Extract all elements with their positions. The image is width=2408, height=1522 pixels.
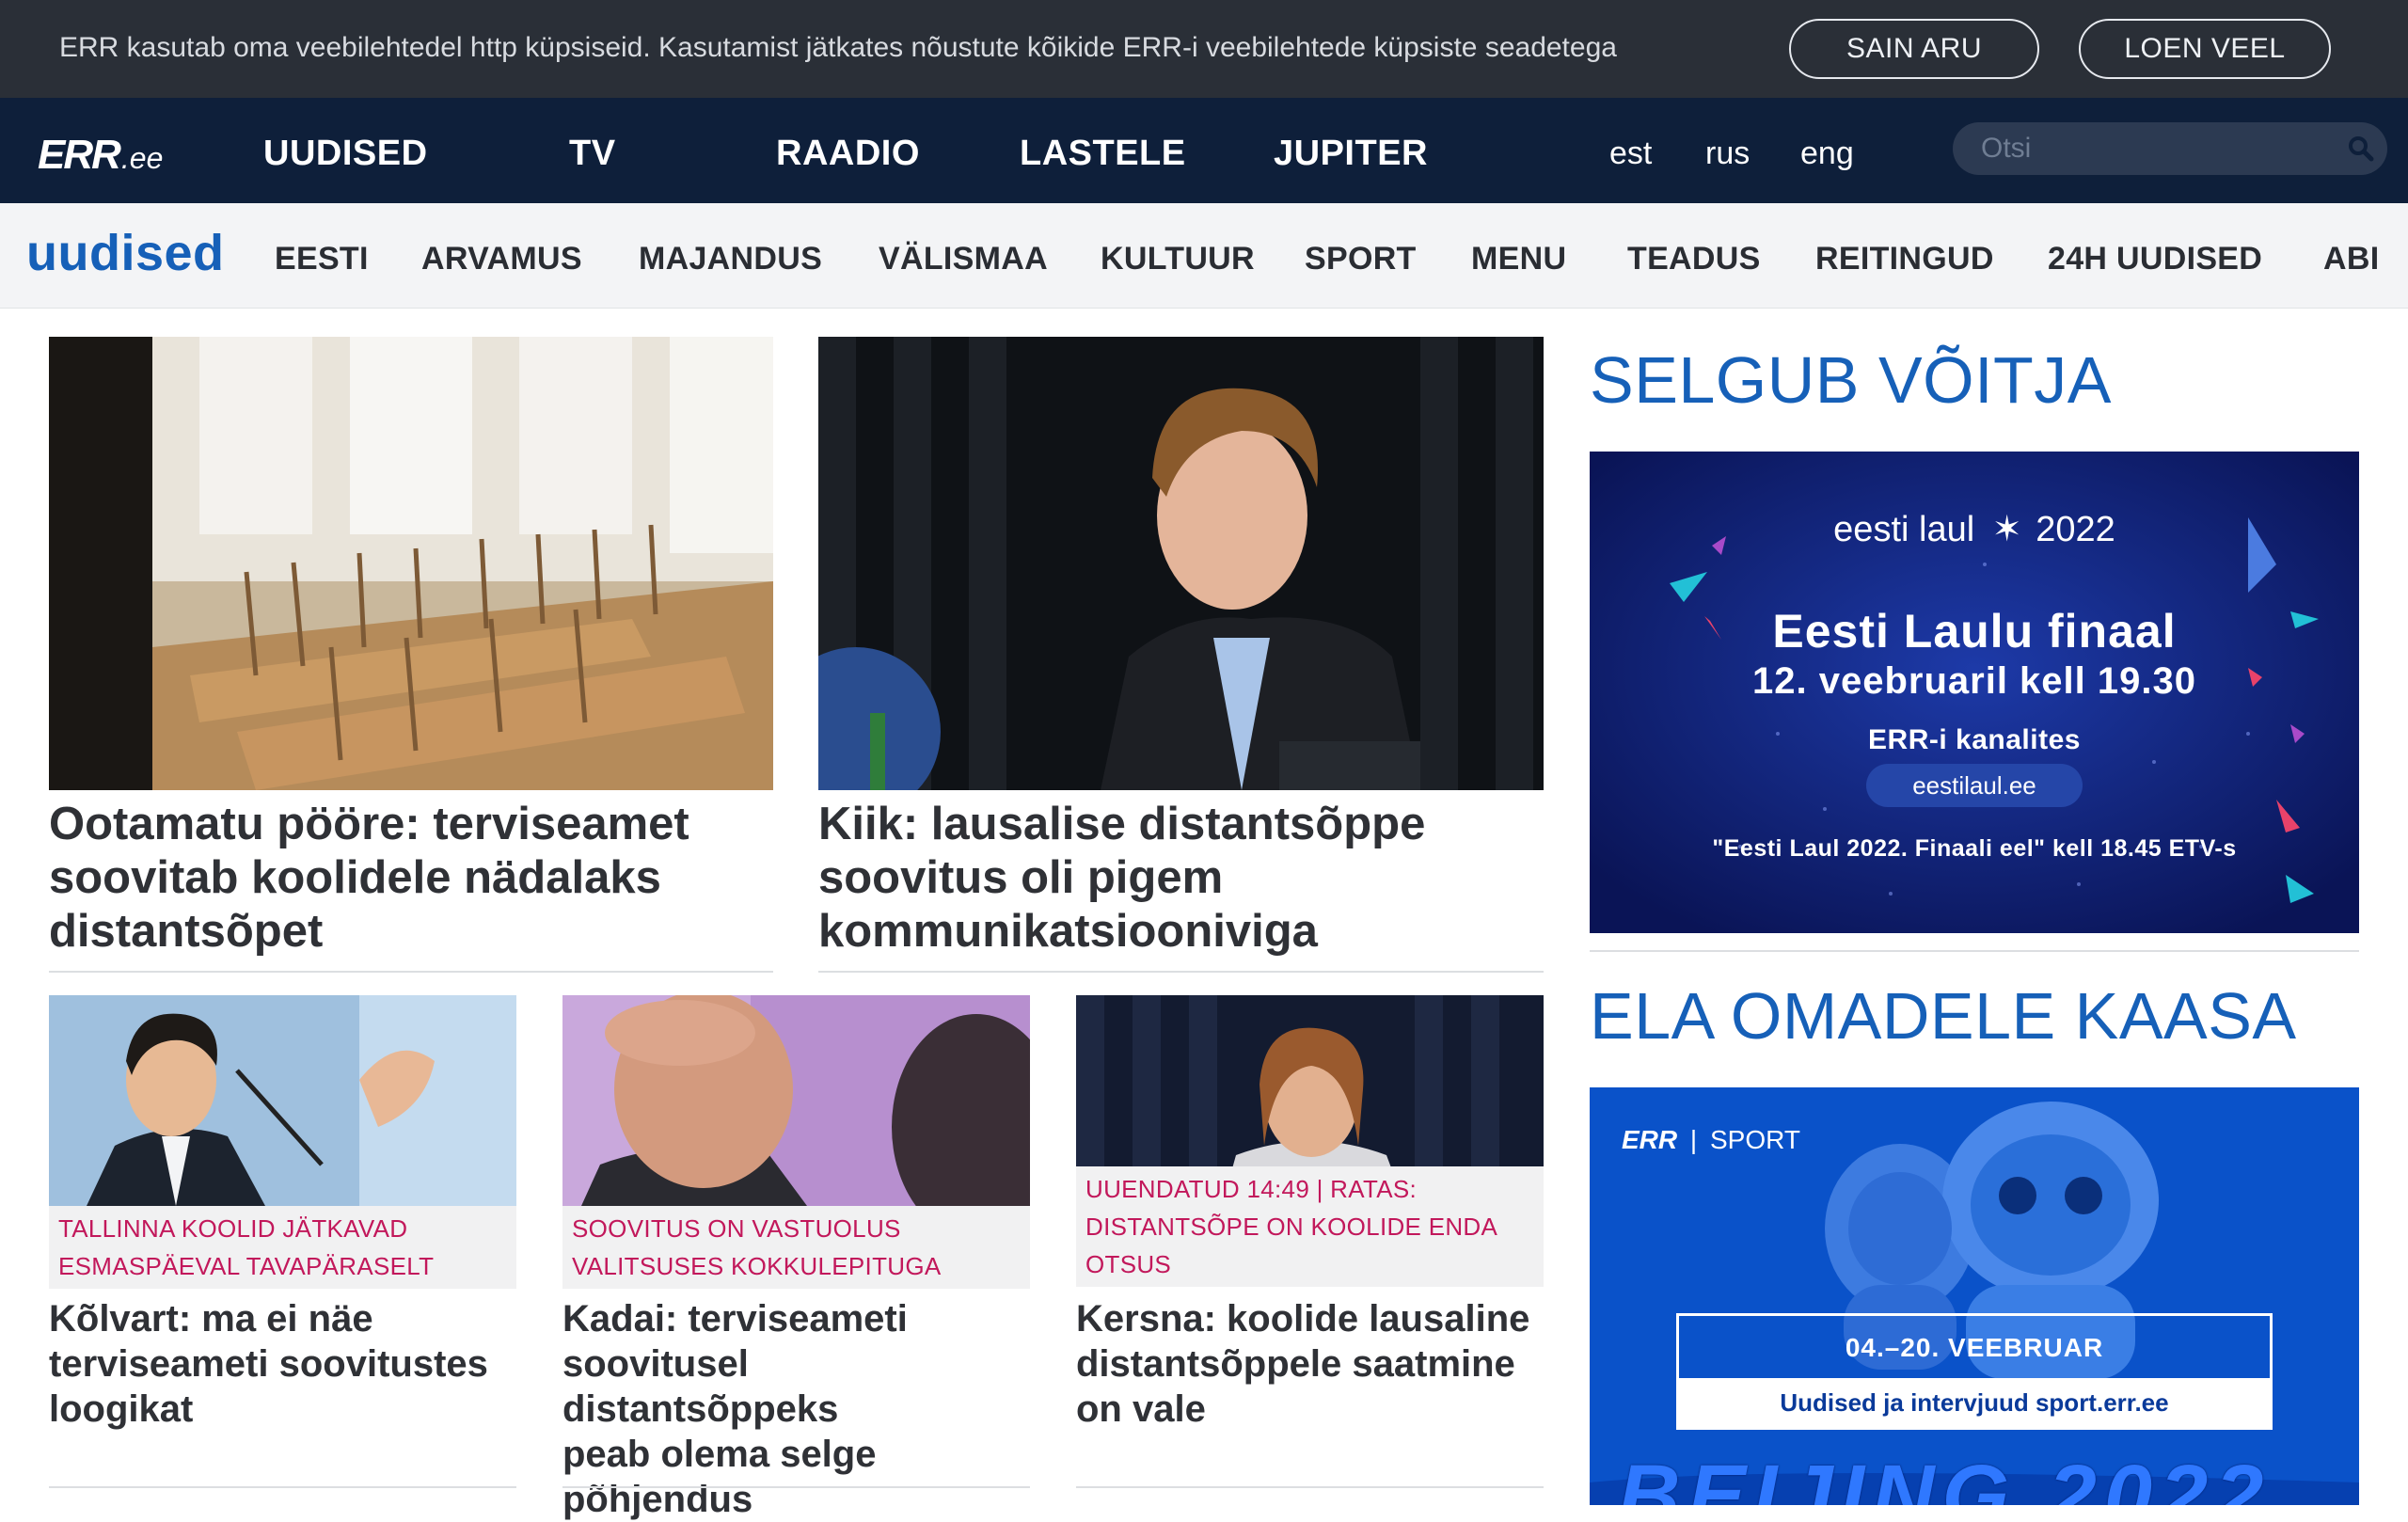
headline-line: loogikat: [49, 1388, 194, 1430]
tag-line: DISTANTSÕPE ON KOOLIDE ENDA: [1085, 1213, 1498, 1241]
section-valismaa[interactable]: VÄLISMAA: [879, 241, 1048, 277]
article-headline-1[interactable]: Ootamatu pööre: terviseamet soovitab koo…: [49, 798, 773, 959]
section-eesti[interactable]: EESTI: [275, 241, 369, 277]
section-sport[interactable]: SPORT: [1305, 241, 1417, 277]
tag-line: ESMASPÄEVAL TAVAPÄRASELT: [58, 1252, 435, 1280]
divider: [49, 1486, 516, 1488]
section-kultuur[interactable]: KULTUUR: [1101, 241, 1255, 277]
eesti-laul-banner[interactable]: eesti laul ✶ 2022 Eesti Laulu finaal 12.…: [1590, 452, 2359, 933]
section-reitingud[interactable]: REITINGUD: [1815, 241, 1994, 277]
headline-line: Ootamatu pööre: terviseamet: [49, 799, 689, 849]
article-headline-2[interactable]: Kiik: lausalise distantsõppe soovitus ol…: [818, 798, 1544, 959]
banner-channels: ERR-i kanalites: [1868, 724, 2081, 755]
nav-jupiter[interactable]: JUPITER: [1274, 134, 1428, 174]
headline-line: Kadai: terviseameti: [562, 1298, 908, 1340]
eesti-laul-mark-icon: ✶: [1991, 510, 2022, 549]
article-tag-2[interactable]: SOOVITUS ON VASTUOLUS VALITSUSES KOKKULE…: [562, 1206, 1030, 1289]
banner-title: Eesti Laulu finaal: [1772, 605, 2177, 658]
banner-dates: 04.–20. VEEBRUAR: [1845, 1333, 2104, 1362]
section-arvamus[interactable]: ARVAMUS: [421, 241, 582, 277]
headline-line: soovitus oli pigem: [818, 852, 1224, 903]
headline-line: kommunikatsiooniviga: [818, 906, 1318, 957]
cookie-bar: ERR kasutab oma veebilehtedel http küpsi…: [0, 0, 2408, 98]
err-sport-banner[interactable]: ERR | SPORT 04.–20. VEEBRUAR Uudised ja …: [1590, 1087, 2359, 1505]
banner-date: 12. veebruaril kell 19.30: [1752, 660, 2196, 702]
main-nav: ERR .ee UUDISED TV RAADIO LASTELE JUPITE…: [0, 98, 2408, 203]
sidebar-heading-2: ELA OMADELE KAASA: [1590, 979, 2297, 1053]
cookie-agree-button[interactable]: SAIN ARU: [1789, 19, 2039, 79]
article-tag-1[interactable]: TALLINNA KOOLID JÄTKAVAD ESMASPÄEVAL TAV…: [49, 1206, 516, 1289]
tag-line: OTSUS: [1085, 1250, 1172, 1278]
headline-line: distantsõpet: [49, 906, 324, 957]
headline-line: terviseameti soovitustes: [49, 1343, 488, 1385]
headline-line: põhjendus: [562, 1479, 753, 1520]
err-logo[interactable]: ERR .ee: [38, 132, 163, 178]
brand-name: eesti laul: [1833, 510, 1975, 549]
tag-line: UUENDATUD 14:49 | RATAS:: [1085, 1175, 1418, 1203]
lang-eng[interactable]: eng: [1800, 135, 1854, 172]
brand-year: 2022: [2036, 510, 2115, 549]
article-tag-3[interactable]: UUENDATUD 14:49 | RATAS: DISTANTSÕPE ON …: [1076, 1166, 1544, 1287]
divider: [562, 1486, 1030, 1488]
nav-uudised[interactable]: UUDISED: [263, 134, 428, 174]
logo-tld: .ee: [120, 141, 164, 175]
err-brand: ERR: [1622, 1125, 1678, 1154]
search-icon[interactable]: [2346, 134, 2376, 164]
nav-raadio[interactable]: RAADIO: [776, 134, 920, 174]
section-24h-uudised[interactable]: 24H UUDISED: [2048, 241, 2262, 277]
article-image-kadai[interactable]: [562, 995, 1030, 1206]
lang-rus[interactable]: rus: [1705, 135, 1750, 172]
banner-url-pill[interactable]: eestilaul.ee: [1866, 764, 2083, 807]
tag-line: TALLINNA KOOLID JÄTKAVAD: [58, 1214, 408, 1243]
headline-line: Kõlvart: ma ei näe: [49, 1298, 373, 1340]
divider: [1076, 1486, 1544, 1488]
headline-line: soovitab koolidele nädalaks: [49, 852, 661, 903]
err-sport-logo: ERR | SPORT: [1622, 1125, 1800, 1155]
divider: [49, 971, 773, 973]
sport-brand: SPORT: [1709, 1125, 1800, 1154]
article-headline-4[interactable]: Kadai: terviseameti soovitusel distantsõ…: [562, 1296, 1030, 1522]
lang-est[interactable]: est: [1609, 135, 1652, 172]
section-majandus[interactable]: MAJANDUS: [639, 241, 822, 277]
banner-footer: "Eesti Laul 2022. Finaali eel" kell 18.4…: [1712, 835, 2237, 862]
section-title[interactable]: uudised: [26, 224, 225, 282]
article-image-kiik[interactable]: [818, 337, 1544, 790]
article-headline-5[interactable]: Kersna: koolide lausaline distantsõppele…: [1076, 1296, 1544, 1432]
article-headline-3[interactable]: Kõlvart: ma ei näe terviseameti soovitus…: [49, 1296, 516, 1432]
event-title: BEIJING 2022: [1618, 1448, 2272, 1505]
headline-line: Kersna: koolide lausaline: [1076, 1298, 1530, 1340]
section-abi[interactable]: ABI: [2323, 241, 2379, 277]
sidebar-heading-1: SELGUB VÕITJA: [1590, 343, 2112, 417]
tag-line: SOOVITUS ON VASTUOLUS: [572, 1214, 901, 1243]
search-box: [1953, 122, 2387, 175]
section-teadus[interactable]: TEADUS: [1627, 241, 1761, 277]
headline-line: on vale: [1076, 1388, 1206, 1430]
cookie-notice-text: ERR kasutab oma veebilehtedel http küpsi…: [59, 32, 1617, 63]
article-image-classroom[interactable]: [49, 337, 773, 790]
tag-line: VALITSUSES KOKKULEPITUGA: [572, 1252, 942, 1280]
dates-box: 04.–20. VEEBRUAR Uudised ja intervjuud s…: [1676, 1313, 2273, 1430]
headline-line: peab olema selge: [562, 1434, 877, 1475]
logo-separator: |: [1689, 1125, 1698, 1154]
nav-lastele[interactable]: LASTELE: [1020, 134, 1186, 174]
article-image-kolvart[interactable]: [49, 995, 516, 1206]
headline-line: soovitusel distantsõppeks: [562, 1343, 839, 1430]
divider: [818, 971, 1544, 973]
eesti-laul-logo: eesti laul ✶ 2022: [1590, 508, 2359, 550]
section-menu[interactable]: MENU: [1471, 241, 1566, 277]
cookie-read-more-button[interactable]: LOEN VEEL: [2079, 19, 2331, 79]
section-nav: uudised EESTI ARVAMUS MAJANDUS VÄLISMAA …: [0, 203, 2408, 309]
headline-line: Kiik: lausalise distantsõppe: [818, 799, 1426, 849]
banner-subtitle: Uudised ja intervjuud sport.err.ee: [1679, 1378, 2270, 1427]
nav-tv[interactable]: TV: [569, 134, 616, 174]
headline-line: distantsõppele saatmine: [1076, 1343, 1515, 1385]
logo-mark: ERR: [38, 132, 121, 178]
search-input[interactable]: [1981, 130, 2329, 167]
divider: [1590, 950, 2359, 952]
